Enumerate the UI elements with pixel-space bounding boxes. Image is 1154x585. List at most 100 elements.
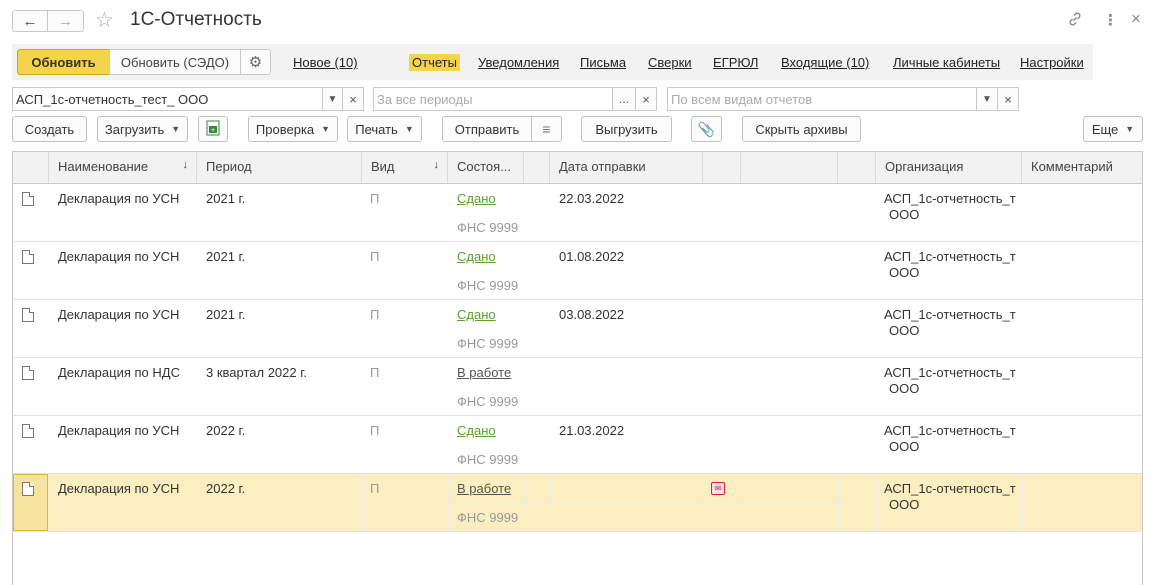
table-row[interactable]: Декларация по НДС 3 квартал 2022 г. П В …	[13, 358, 1142, 416]
column-divider	[741, 474, 742, 502]
more-button[interactable]: Еще ▼	[1083, 116, 1143, 142]
create-button[interactable]: Создать	[12, 116, 87, 142]
column-divider	[703, 474, 704, 502]
header-icon-col	[13, 152, 49, 183]
period-clear-button[interactable]: ×	[635, 87, 657, 111]
table-row[interactable]: Декларация по УСН 2021 г. П Сдано ФНС 99…	[13, 242, 1142, 300]
forward-button[interactable]: →	[48, 10, 84, 32]
hide-archives-button[interactable]: Скрыть архивы	[742, 116, 861, 142]
row-org-line1: АСП_1с-отчетность_т	[884, 423, 1016, 438]
excel-load-button[interactable]: +	[198, 116, 228, 142]
load-button[interactable]: Загрузить ▼	[97, 116, 188, 142]
header-blank-1	[524, 152, 550, 183]
header-blank-3	[741, 152, 838, 183]
update-sedo-button[interactable]: Обновить (СЭДО)	[109, 49, 241, 75]
report-type-clear-button[interactable]: ×	[997, 87, 1019, 111]
header-blank-2	[703, 152, 741, 183]
column-divider	[876, 474, 877, 531]
header-name[interactable]: Наименование ↓	[49, 152, 197, 183]
row-status-link[interactable]: В работе	[457, 481, 511, 496]
report-type-dropdown-button[interactable]: ▼	[976, 87, 998, 111]
column-divider	[524, 474, 525, 502]
menu-link-new[interactable]: Новое (10)	[293, 55, 358, 70]
period-select-button[interactable]: ...	[612, 87, 636, 111]
header-kind-label: Вид	[371, 159, 395, 174]
row-org-line2: ООО	[889, 439, 920, 454]
row-period: 2021 г.	[206, 307, 246, 322]
export-button[interactable]: Выгрузить	[581, 116, 672, 142]
column-divider	[1022, 474, 1023, 531]
row-sent-date: 01.08.2022	[559, 249, 625, 264]
chevron-down-icon: ▼	[1125, 124, 1135, 134]
table-row[interactable]: Декларация по УСН 2022 г. П Сдано ФНС 99…	[13, 416, 1142, 474]
print-button[interactable]: Печать ▼	[347, 116, 422, 142]
row-kind: П	[370, 365, 380, 380]
arrow-right-icon: →	[58, 12, 73, 30]
menu-link-incoming[interactable]: Входящие (10)	[781, 55, 869, 70]
link-icon[interactable]	[1067, 11, 1083, 31]
row-status-link[interactable]: Сдано	[457, 307, 496, 322]
send-error-icon[interactable]: ✉	[711, 482, 725, 495]
row-org-line1: АСП_1с-отчетность_т	[884, 249, 1016, 264]
row-status-link[interactable]: Сдано	[457, 191, 496, 206]
menu-link-egrul[interactable]: ЕГРЮЛ	[713, 55, 758, 70]
table-row[interactable]: Декларация по УСН 2021 г. П Сдано ФНС 99…	[13, 300, 1142, 358]
row-status-link[interactable]: Сдано	[457, 249, 496, 264]
menu-link-notifications[interactable]: Уведомления	[478, 55, 559, 70]
organization-field[interactable]: АСП_1с-отчетность_тест_ ООО	[12, 87, 323, 111]
header-status[interactable]: Состоя...	[448, 152, 524, 183]
period-field[interactable]: За все периоды	[373, 87, 613, 111]
row-name: Декларация по УСН	[58, 191, 180, 206]
star-icon[interactable]: ☆	[95, 8, 114, 33]
row-kind: П	[370, 307, 380, 322]
row-org-line1: АСП_1с-отчетность_т	[884, 307, 1016, 322]
row-period: 2022 г.	[206, 481, 246, 496]
row-org-line1: АСП_1с-отчетность_т	[884, 191, 1016, 206]
row-name: Декларация по НДС	[58, 365, 180, 380]
row-status-link[interactable]: Сдано	[457, 423, 496, 438]
menu-link-reconciliations[interactable]: Сверки	[648, 55, 692, 70]
kebab-icon[interactable]: ⋮	[1103, 11, 1118, 29]
column-divider	[838, 474, 839, 531]
menu-link-cabinets[interactable]: Личные кабинеты	[893, 55, 1000, 70]
row-name: Декларация по УСН	[58, 249, 180, 264]
chevron-down-icon: ▼	[171, 124, 181, 134]
header-comment[interactable]: Комментарий	[1022, 152, 1142, 183]
gear-icon: ⚙	[248, 54, 263, 71]
chevron-down-icon: ▼	[321, 124, 331, 134]
reports-table[interactable]: Наименование ↓ Период Вид ↓ Состоя... Дата…	[12, 151, 1143, 585]
send-options-button[interactable]: ≡	[531, 116, 562, 142]
more-label: Еще	[1091, 121, 1119, 137]
update-button[interactable]: Обновить	[17, 49, 110, 75]
header-organization[interactable]: Организация	[876, 152, 1022, 183]
report-type-placeholder: По всем видам отчетов	[671, 92, 813, 107]
check-button[interactable]: Проверка ▼	[248, 116, 338, 142]
send-button[interactable]: Отправить	[442, 116, 532, 142]
window-title: 1С-Отчетность	[130, 9, 262, 30]
organization-clear-button[interactable]: ×	[342, 87, 364, 111]
header-period[interactable]: Период	[197, 152, 362, 183]
column-divider	[197, 474, 198, 531]
table-row-selected[interactable]: Декларация по УСН 2022 г. П В работе ФНС…	[13, 474, 1142, 532]
sort-down-icon: ↓	[433, 159, 440, 171]
row-status-link[interactable]: В работе	[457, 365, 511, 380]
row-kind: П	[370, 249, 380, 264]
report-type-field[interactable]: По всем видам отчетов	[667, 87, 977, 111]
settings-button[interactable]: ⚙	[241, 49, 271, 75]
row-authority: ФНС 9999	[457, 510, 519, 525]
back-button[interactable]: ←	[12, 10, 48, 32]
row-period: 2021 г.	[206, 249, 246, 264]
menu-link-reports[interactable]: Отчеты	[409, 54, 460, 71]
header-sent-date[interactable]: Дата отправки	[550, 152, 703, 183]
organization-dropdown-button[interactable]: ▼	[322, 87, 343, 111]
menu-link-letters[interactable]: Письма	[580, 55, 626, 70]
column-divider	[362, 474, 363, 531]
header-kind[interactable]: Вид ↓	[362, 152, 448, 183]
table-row[interactable]: Декларация по УСН 2021 г. П Сдано ФНС 99…	[13, 184, 1142, 242]
column-divider	[550, 474, 551, 502]
document-icon	[22, 366, 34, 380]
chevron-down-icon: ▼	[327, 93, 338, 105]
close-icon[interactable]: ×	[1131, 9, 1141, 29]
attach-button[interactable]: 📎	[691, 116, 722, 142]
menu-link-settings[interactable]: Настройки	[1020, 55, 1084, 70]
